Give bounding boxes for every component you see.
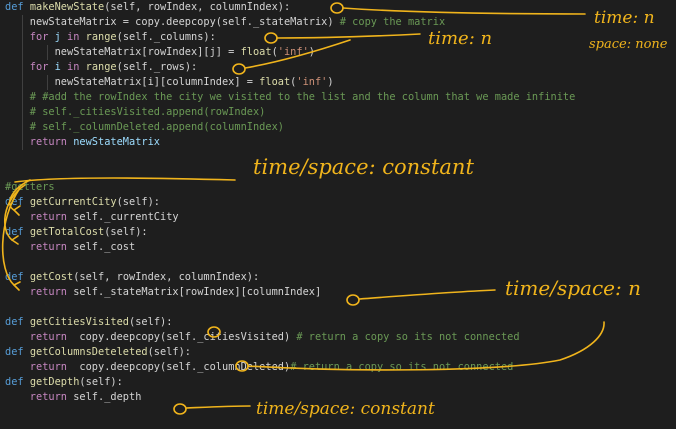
code-token: i [54,61,68,73]
code-line[interactable]: def getTotalCost(self): [5,225,676,240]
code-token: (self, rowIndex, columnIndex): [104,1,291,13]
code-token: # #add the rowIndex the city we visited … [5,91,576,103]
code-line[interactable]: return self._stateMatrix[rowIndex][colum… [5,285,676,300]
code-line[interactable]: return self._cost [5,240,676,255]
code-token: def [5,1,30,13]
code-token: 'inf' [277,46,309,58]
code-line[interactable] [5,300,676,315]
code-token: self._stateMatrix[rowIndex][columnIndex] [73,286,322,298]
code-token: def [5,196,30,208]
code-token: getCitiesVisited [29,316,130,328]
code-token: def [5,271,30,283]
code-token: (self._columns): [116,31,216,43]
code-token: return [5,211,74,223]
code-line[interactable]: newStateMatrix[rowIndex][j] = float('inf… [5,45,676,60]
code-token: makeNewState [29,1,105,13]
code-token: return [5,391,74,403]
code-token: self._currentCity [73,211,179,223]
code-token: return [5,361,80,373]
code-editor[interactable]: def makeNewState(self, rowIndex, columnI… [0,0,676,429]
code-line[interactable]: def getDepth(self): [5,375,676,390]
code-line[interactable]: # #add the rowIndex the city we visited … [5,90,676,105]
code-token: (self): [104,226,148,238]
code-token: ) [308,46,315,58]
code-line[interactable] [5,150,676,165]
code-token: # return a copy so its not connected [290,361,514,373]
code-line[interactable]: def makeNewState(self, rowIndex, columnI… [5,0,676,15]
code-line[interactable]: newStateMatrix = copy.deepcopy(self._sta… [5,15,676,30]
code-token: copy.deepcopy(self._citiesVisited) [79,331,297,343]
code-line[interactable] [5,165,676,180]
code-token: ) [327,76,334,88]
code-token: return [5,241,74,253]
code-token: float [240,46,272,58]
code-line[interactable]: # self._citiesVisited.append(rowIndex) [5,105,676,120]
code-line[interactable]: #getters [5,180,676,195]
code-token: def [5,346,30,358]
code-token: return [5,331,80,343]
code-token: self._depth [73,391,142,403]
code-line[interactable]: def getColumnsDeteleted(self): [5,345,676,360]
code-line[interactable]: return copy.deepcopy(self._columnDeleted… [5,360,676,375]
code-token: for [5,61,55,73]
code-line[interactable]: def getCitiesVisited(self): [5,315,676,330]
code-token: range [85,31,117,43]
code-line[interactable] [5,255,676,270]
code-line[interactable]: return self._depth [5,390,676,405]
code-token: float [259,76,291,88]
code-token: (self): [147,346,192,358]
code-token: in [67,61,86,73]
code-line[interactable]: return newStateMatrix [5,135,676,150]
code-token: #getters [5,181,55,193]
code-token: newStateMatrix[i][columnIndex] = [5,76,260,88]
code-token: # self._citiesVisited.append(rowIndex) [5,106,266,118]
code-token: # self._columnDeleted.append(columnIndex… [5,121,284,133]
code-token: return [5,286,74,298]
code-line[interactable]: def getCurrentCity(self): [5,195,676,210]
code-line[interactable]: for j in range(self._columns): [5,30,676,45]
code-token: (self): [79,376,123,388]
code-token: (self): [129,316,173,328]
code-token: getTotalCost [29,226,105,238]
code-token: self._cost [73,241,136,253]
code-line[interactable]: return self._currentCity [5,210,676,225]
code-token: def [5,316,30,328]
code-token: (self, rowIndex, columnIndex): [73,271,260,283]
code-line[interactable]: return copy.deepcopy(self._citiesVisited… [5,330,676,345]
code-line[interactable]: newStateMatrix[i][columnIndex] = float('… [5,75,676,90]
code-token: range [85,61,117,73]
code-token: getCurrentCity [29,196,117,208]
code-token: copy.deepcopy(self._columnDeleted) [79,361,291,373]
code-token: getColumnsDeteleted [29,346,148,358]
code-token: # return a copy so its not connected [296,331,520,343]
code-token: def [5,226,30,238]
code-line[interactable]: def getCost(self, rowIndex, columnIndex)… [5,270,676,285]
code-line[interactable]: # self._columnDeleted.append(columnIndex… [5,120,676,135]
code-token: return [5,136,74,148]
code-token: for [5,31,55,43]
code-token: newStateMatrix [73,136,160,148]
code-token: (self._rows): [116,61,198,73]
code-token: # copy the matrix [339,16,446,28]
code-token: getDepth [29,376,80,388]
code-token: in [67,31,86,43]
code-token: (self): [116,196,161,208]
code-token: getCost [29,271,74,283]
code-token: newStateMatrix[rowIndex][j] = [5,46,241,58]
code-token: def [5,376,30,388]
code-token: j [54,31,68,43]
code-token: 'inf' [296,76,328,88]
code-token: newStateMatrix = copy.deepcopy(self._sta… [5,16,340,28]
code-line[interactable]: for i in range(self._rows): [5,60,676,75]
